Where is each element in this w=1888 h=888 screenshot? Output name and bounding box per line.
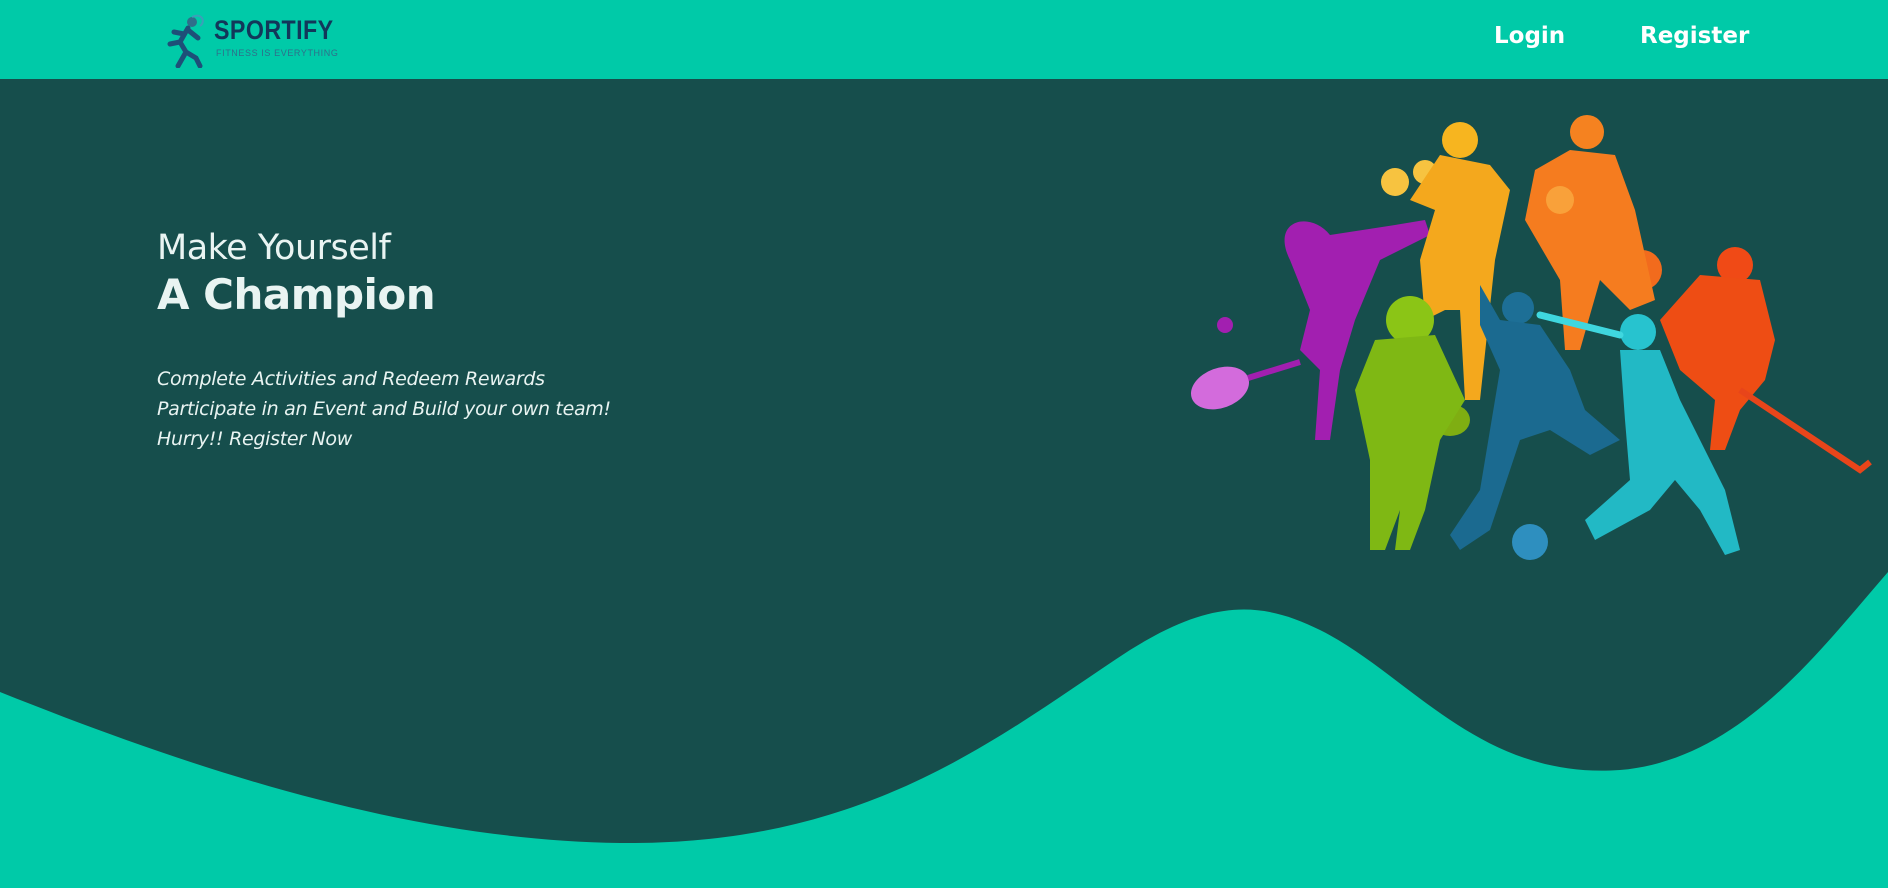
nav-links: Login Register (0, 23, 1888, 59)
register-link[interactable]: Register (1640, 23, 1749, 49)
sports-players-illustration (1190, 115, 1872, 560)
login-link[interactable]: Login (1494, 23, 1565, 49)
football-player-figure (1355, 296, 1470, 550)
top-navbar: SPORTIFY FITNESS IS EVERYTHING Login Reg… (0, 0, 1888, 79)
hero-points: Complete Activities and Redeem Rewards P… (157, 364, 877, 454)
hero-heading-line1: Make Yourself (157, 228, 391, 268)
hero-point: Complete Activities and Redeem Rewards (157, 368, 545, 390)
hero-point: Participate in an Event and Build your o… (157, 398, 611, 420)
hero-text: Make Yourself A Champion Complete Activi… (157, 226, 877, 454)
hero-heading-line2: A Champion (157, 270, 436, 319)
hero-point: Hurry!! Register Now (157, 428, 352, 450)
